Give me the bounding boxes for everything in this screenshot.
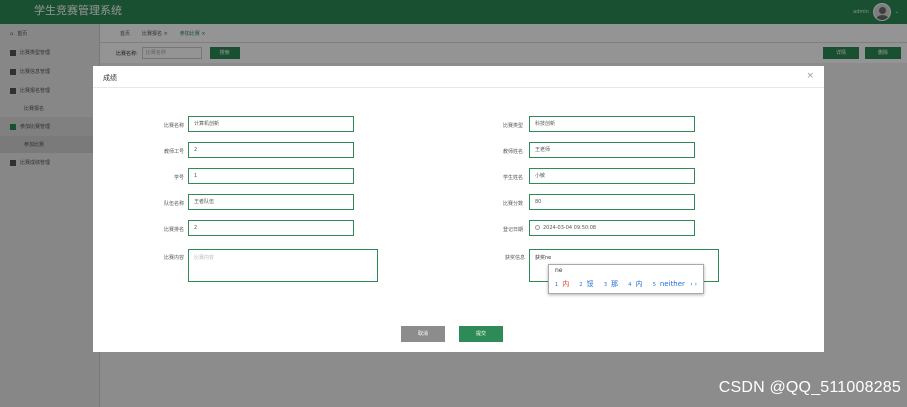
type-label: 比赛类型 bbox=[502, 123, 523, 129]
date-label: 登记日期 bbox=[502, 227, 523, 233]
dialog-title: 成绩 bbox=[103, 74, 117, 82]
teachername-label: 教师姓名 bbox=[502, 149, 523, 155]
ime-candidate[interactable]: 5 neither bbox=[653, 280, 689, 288]
ime-candidate-popup[interactable]: ne 1内 2馁 3那 4内 5 neither ‹ › bbox=[548, 264, 704, 294]
ime-page-arrows[interactable]: ‹ › bbox=[690, 281, 697, 288]
submit-button[interactable]: 提交 bbox=[459, 326, 503, 342]
ime-candidates: 1内 2馁 3那 4内 5 neither bbox=[555, 279, 693, 289]
ime-candidate[interactable]: 3那 bbox=[604, 280, 622, 288]
content-label: 比赛内容 bbox=[163, 255, 184, 261]
rank-label: 比赛排名 bbox=[163, 227, 184, 233]
dialog-header: 成绩 × bbox=[93, 66, 824, 88]
teacherno-field[interactable]: 2 bbox=[188, 142, 354, 158]
name-field[interactable]: 计算机创新 bbox=[188, 116, 354, 132]
ime-candidate[interactable]: 4内 bbox=[628, 280, 646, 288]
studentno-field[interactable]: 1 bbox=[188, 168, 354, 184]
teacherno-label: 教师工号 bbox=[163, 149, 184, 155]
score-field[interactable]: 80 bbox=[529, 194, 695, 210]
score-label: 比赛分数 bbox=[502, 201, 523, 207]
team-label: 队伍名称 bbox=[163, 201, 184, 207]
team-field[interactable]: 王者队伍 bbox=[188, 194, 354, 210]
ime-candidate[interactable]: 2馁 bbox=[579, 280, 597, 288]
rank-field[interactable]: 2 bbox=[188, 220, 354, 236]
close-icon[interactable]: × bbox=[806, 71, 814, 81]
teachername-field[interactable]: 王老师 bbox=[529, 142, 695, 158]
clock-icon bbox=[535, 225, 540, 230]
studentno-label: 学号 bbox=[173, 175, 184, 181]
studentname-label: 学生姓名 bbox=[502, 175, 523, 181]
ime-candidate[interactable]: 1内 bbox=[555, 280, 573, 288]
content-textarea[interactable]: 比赛内容 bbox=[188, 249, 378, 282]
watermark: CSDN @QQ_511008285 bbox=[718, 379, 901, 396]
ime-composition: ne bbox=[555, 267, 563, 274]
date-field[interactable]: 2024-03-04 09:50:08 bbox=[529, 220, 695, 236]
name-label: 比赛名称 bbox=[163, 123, 184, 129]
studentname-field[interactable]: 小敏 bbox=[529, 168, 695, 184]
cancel-button[interactable]: 取消 bbox=[401, 326, 445, 342]
award-label: 获奖信息 bbox=[504, 255, 525, 261]
type-field[interactable]: 科技创新 bbox=[529, 116, 695, 132]
